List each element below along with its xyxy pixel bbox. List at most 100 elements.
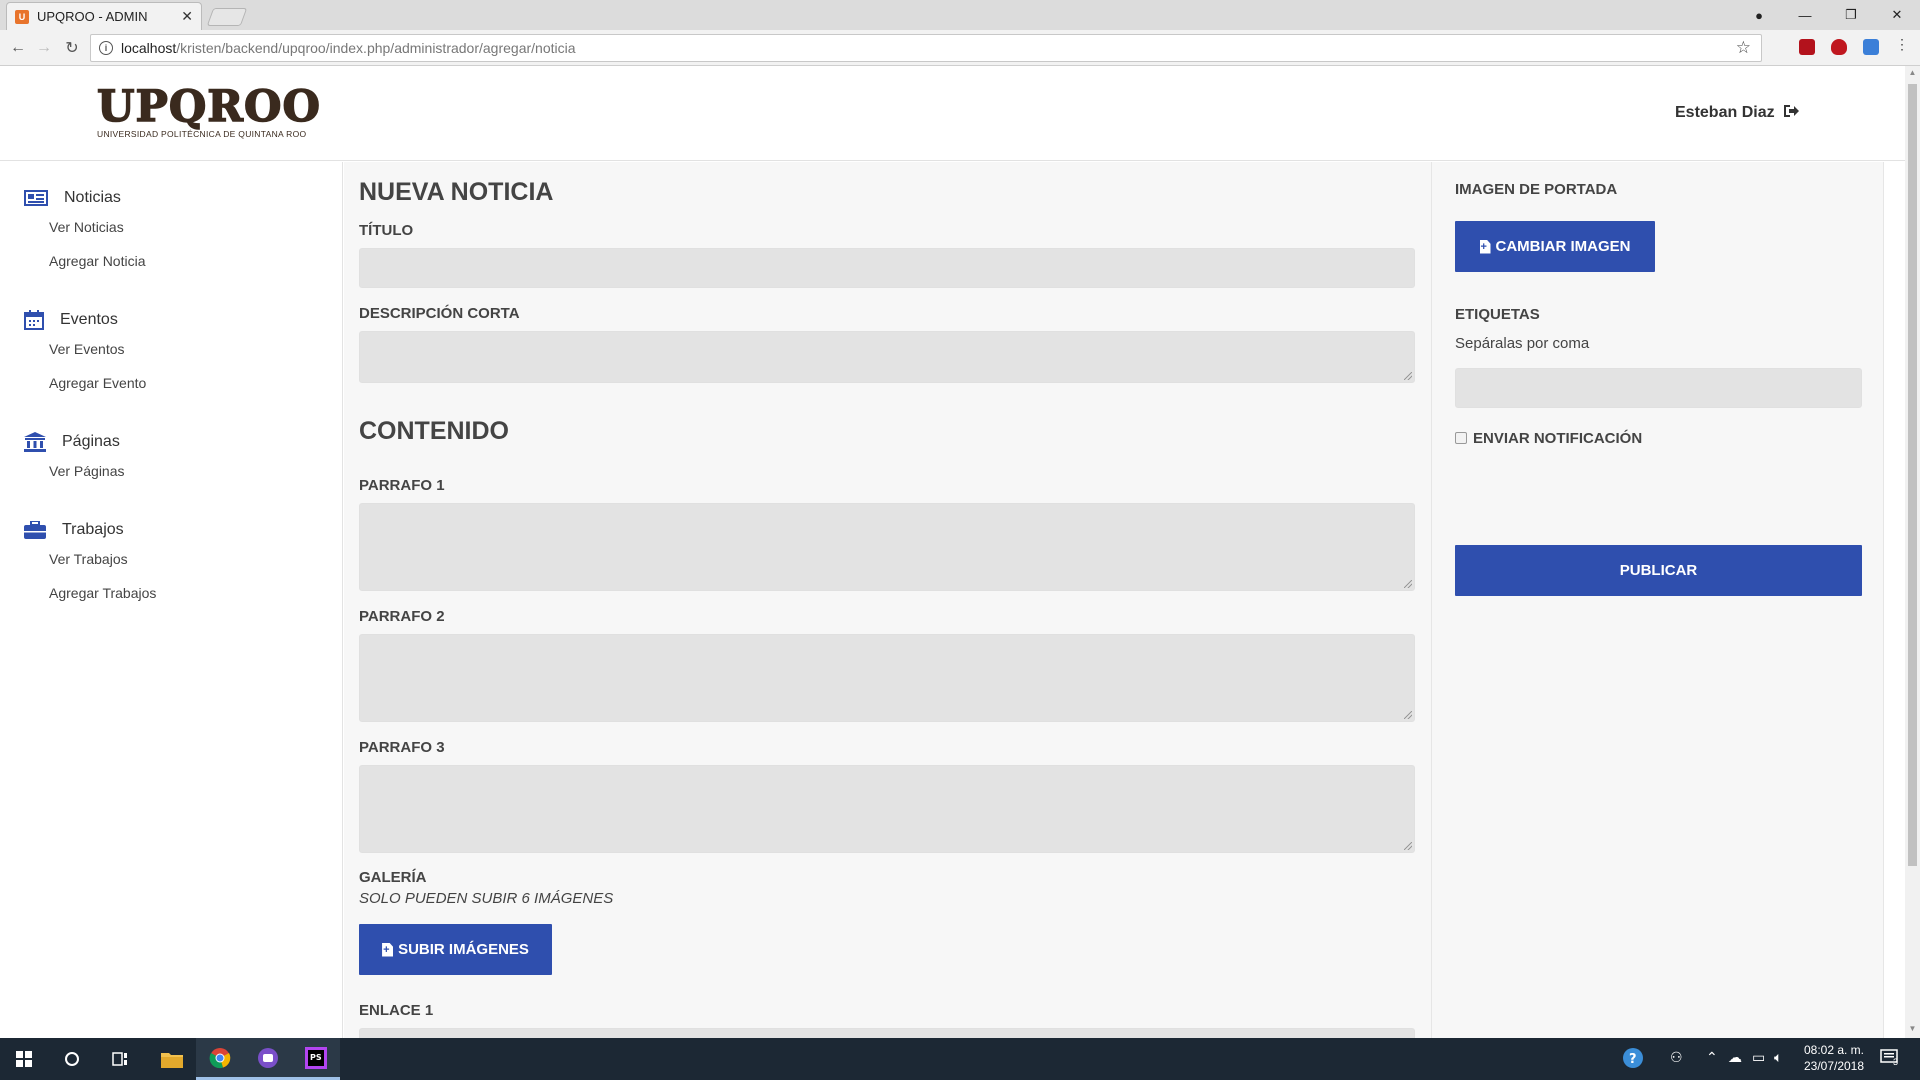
upqroo-logo[interactable]: UPQROO UNIVERSIDAD POLITÉCNICA DE QUINTA… <box>96 82 321 139</box>
sidebar-section-paginas: Páginas Ver Páginas <box>24 430 125 488</box>
page-title: NUEVA NOTICIA <box>359 178 554 206</box>
cortana-search-icon[interactable] <box>48 1038 96 1080</box>
tags-input[interactable] <box>1455 368 1862 408</box>
notify-checkbox[interactable] <box>1455 432 1467 444</box>
volume-icon[interactable]: 🔈︎ <box>1774 1049 1782 1066</box>
resize-grip-icon[interactable] <box>1404 372 1412 380</box>
sidebar-link-ver-paginas[interactable]: Ver Páginas <box>49 454 125 488</box>
people-icon[interactable]: ⚇ <box>1670 1049 1683 1066</box>
page-scrollbar[interactable]: ▲ ▼ <box>1905 66 1920 1038</box>
content-heading: CONTENIDO <box>359 417 509 445</box>
news-form: NUEVA NOTICIA TÍTULO DESCRIPCIÓN CORTA C… <box>344 162 1431 1038</box>
help-icon[interactable]: ? <box>1622 1047 1644 1072</box>
extension-ublock-icon[interactable] <box>1831 39 1847 55</box>
paragraph1-textarea[interactable] <box>359 503 1415 591</box>
paragraph3-textarea[interactable] <box>359 765 1415 853</box>
resize-grip-icon[interactable] <box>1404 580 1412 588</box>
forward-arrow-icon[interactable]: → <box>34 38 54 58</box>
task-view-icon[interactable] <box>96 1038 144 1080</box>
logo-wordmark: UPQROO <box>96 82 321 132</box>
link1-label: ENLACE 1 <box>359 1002 434 1019</box>
profile-icon[interactable]: ● <box>1736 0 1782 30</box>
link1-input[interactable] <box>359 1028 1415 1038</box>
svg-text:?: ? <box>1629 1052 1637 1067</box>
new-tab-button[interactable] <box>206 8 248 26</box>
browser-tab[interactable]: U UPQROO - ADMIN ✕ <box>6 2 202 30</box>
site-info-icon[interactable]: i <box>99 41 113 55</box>
app-taskbar-icon[interactable] <box>244 1038 292 1080</box>
url-bar[interactable]: i localhost /kristen/backend/upqroo/inde… <box>90 34 1762 62</box>
windows-start-icon[interactable] <box>0 1038 48 1080</box>
sidebar-item-eventos[interactable]: Eventos <box>24 308 146 332</box>
short-description-textarea[interactable] <box>359 331 1415 383</box>
gallery-label: GALERÍA <box>359 869 427 886</box>
sidebar-link-agregar-trabajos[interactable]: Agregar Trabajos <box>49 576 156 610</box>
sidebar-link-ver-noticias[interactable]: Ver Noticias <box>49 210 146 244</box>
sidebar-link-agregar-evento[interactable]: Agregar Evento <box>49 366 146 400</box>
publish-panel: IMAGEN DE PORTADA CAMBIAR IMAGEN ETIQUET… <box>1431 162 1884 1038</box>
close-window-button[interactable]: ✕ <box>1874 0 1920 30</box>
extension-translate-icon[interactable] <box>1863 39 1879 55</box>
upload-images-button[interactable]: SUBIR IMÁGENES <box>359 924 552 975</box>
gallery-note: SOLO PUEDEN SUBIR 6 IMÁGENES <box>359 890 614 907</box>
onedrive-cloud-icon[interactable]: ☁ <box>1728 1049 1742 1066</box>
paragraph3-label: PARRAFO 3 <box>359 739 445 756</box>
sidebar-link-ver-eventos[interactable]: Ver Eventos <box>49 332 146 366</box>
logo-subtitle: UNIVERSIDAD POLITÉCNICA DE QUINTANA ROO <box>97 129 307 139</box>
site-header: UPQROO UNIVERSIDAD POLITÉCNICA DE QUINTA… <box>0 66 1905 161</box>
sidebar-item-trabajos[interactable]: Trabajos <box>24 518 156 542</box>
sidebar-link-agregar-noticia[interactable]: Agregar Noticia <box>49 244 146 278</box>
change-image-label: CAMBIAR IMAGEN <box>1495 238 1631 255</box>
resize-grip-icon[interactable] <box>1404 842 1412 850</box>
sidebar-item-noticias[interactable]: Noticias <box>24 186 146 210</box>
newspaper-icon <box>24 189 48 207</box>
tray-expand-icon[interactable]: ⌃ <box>1706 1049 1718 1066</box>
bookmark-star-icon[interactable]: ☆ <box>1736 38 1751 58</box>
sidebar-label-noticias: Noticias <box>64 189 121 206</box>
calendar-icon <box>24 310 44 330</box>
paragraph2-textarea[interactable] <box>359 634 1415 722</box>
title-input[interactable] <box>359 248 1415 288</box>
chrome-taskbar-icon[interactable] <box>196 1038 244 1080</box>
browser-menu-icon[interactable]: ⋮ <box>1895 36 1909 52</box>
logout-icon[interactable] <box>1782 103 1800 124</box>
action-center-icon[interactable]: 3 <box>1880 1049 1900 1070</box>
url-path: /kristen/backend/upqroo/index.php/admini… <box>176 40 576 56</box>
clock[interactable]: 08:02 a. m. 23/07/2018 <box>1796 1042 1872 1074</box>
resize-grip-icon[interactable] <box>1404 711 1412 719</box>
paragraph1-label: PARRAFO 1 <box>359 477 445 494</box>
phpstorm-taskbar-icon[interactable]: PS <box>292 1038 340 1080</box>
scroll-down-icon[interactable]: ▼ <box>1908 1024 1917 1034</box>
tab-title: UPQROO - ADMIN <box>37 9 148 24</box>
minimize-button[interactable]: — <box>1782 0 1828 30</box>
briefcase-icon <box>24 521 46 539</box>
extension-shield-icon[interactable] <box>1799 39 1815 55</box>
user-name: Esteban Diaz <box>1675 104 1775 121</box>
upload-images-label: SUBIR IMÁGENES <box>398 941 529 958</box>
reload-icon[interactable]: ↻ <box>62 38 82 58</box>
sidebar-label-eventos: Eventos <box>60 311 118 328</box>
publish-button[interactable]: PUBLICAR <box>1455 545 1862 596</box>
sidebar-item-paginas[interactable]: Páginas <box>24 430 125 454</box>
scroll-thumb[interactable] <box>1908 84 1917 866</box>
sidebar: Noticias Ver Noticias Agregar Noticia Ev… <box>0 162 343 1038</box>
clock-date: 23/07/2018 <box>1803 1059 1865 1073</box>
scroll-up-icon[interactable]: ▲ <box>1908 68 1917 78</box>
restore-button[interactable]: ❐ <box>1828 0 1874 30</box>
network-icon[interactable]: ▭ <box>1752 1049 1765 1066</box>
change-image-button[interactable]: CAMBIAR IMAGEN <box>1455 221 1655 272</box>
bank-icon <box>24 432 46 452</box>
sidebar-link-ver-trabajos[interactable]: Ver Trabajos <box>49 542 156 576</box>
title-label: TÍTULO <box>359 222 414 239</box>
browser-tab-bar: U UPQROO - ADMIN ✕ ● — ❐ ✕ <box>0 0 1920 30</box>
file-plus-icon <box>382 942 394 957</box>
windows-taskbar: PS ? ⚇ ⌃ ☁ ▭ 🔈︎ 08:02 a. m. 23/07/2018 3 <box>0 1038 1920 1080</box>
svg-text:PS: PS <box>310 1053 322 1062</box>
notify-label: ENVIAR NOTIFICACIÓN <box>1473 430 1643 447</box>
back-arrow-icon[interactable]: ← <box>8 38 28 58</box>
file-explorer-icon[interactable] <box>148 1038 196 1080</box>
tab-close-icon[interactable]: ✕ <box>181 8 193 25</box>
paragraph2-label: PARRAFO 2 <box>359 608 445 625</box>
file-plus-icon <box>1479 239 1491 254</box>
sidebar-section-eventos: Eventos Ver Eventos Agregar Evento <box>24 308 146 400</box>
